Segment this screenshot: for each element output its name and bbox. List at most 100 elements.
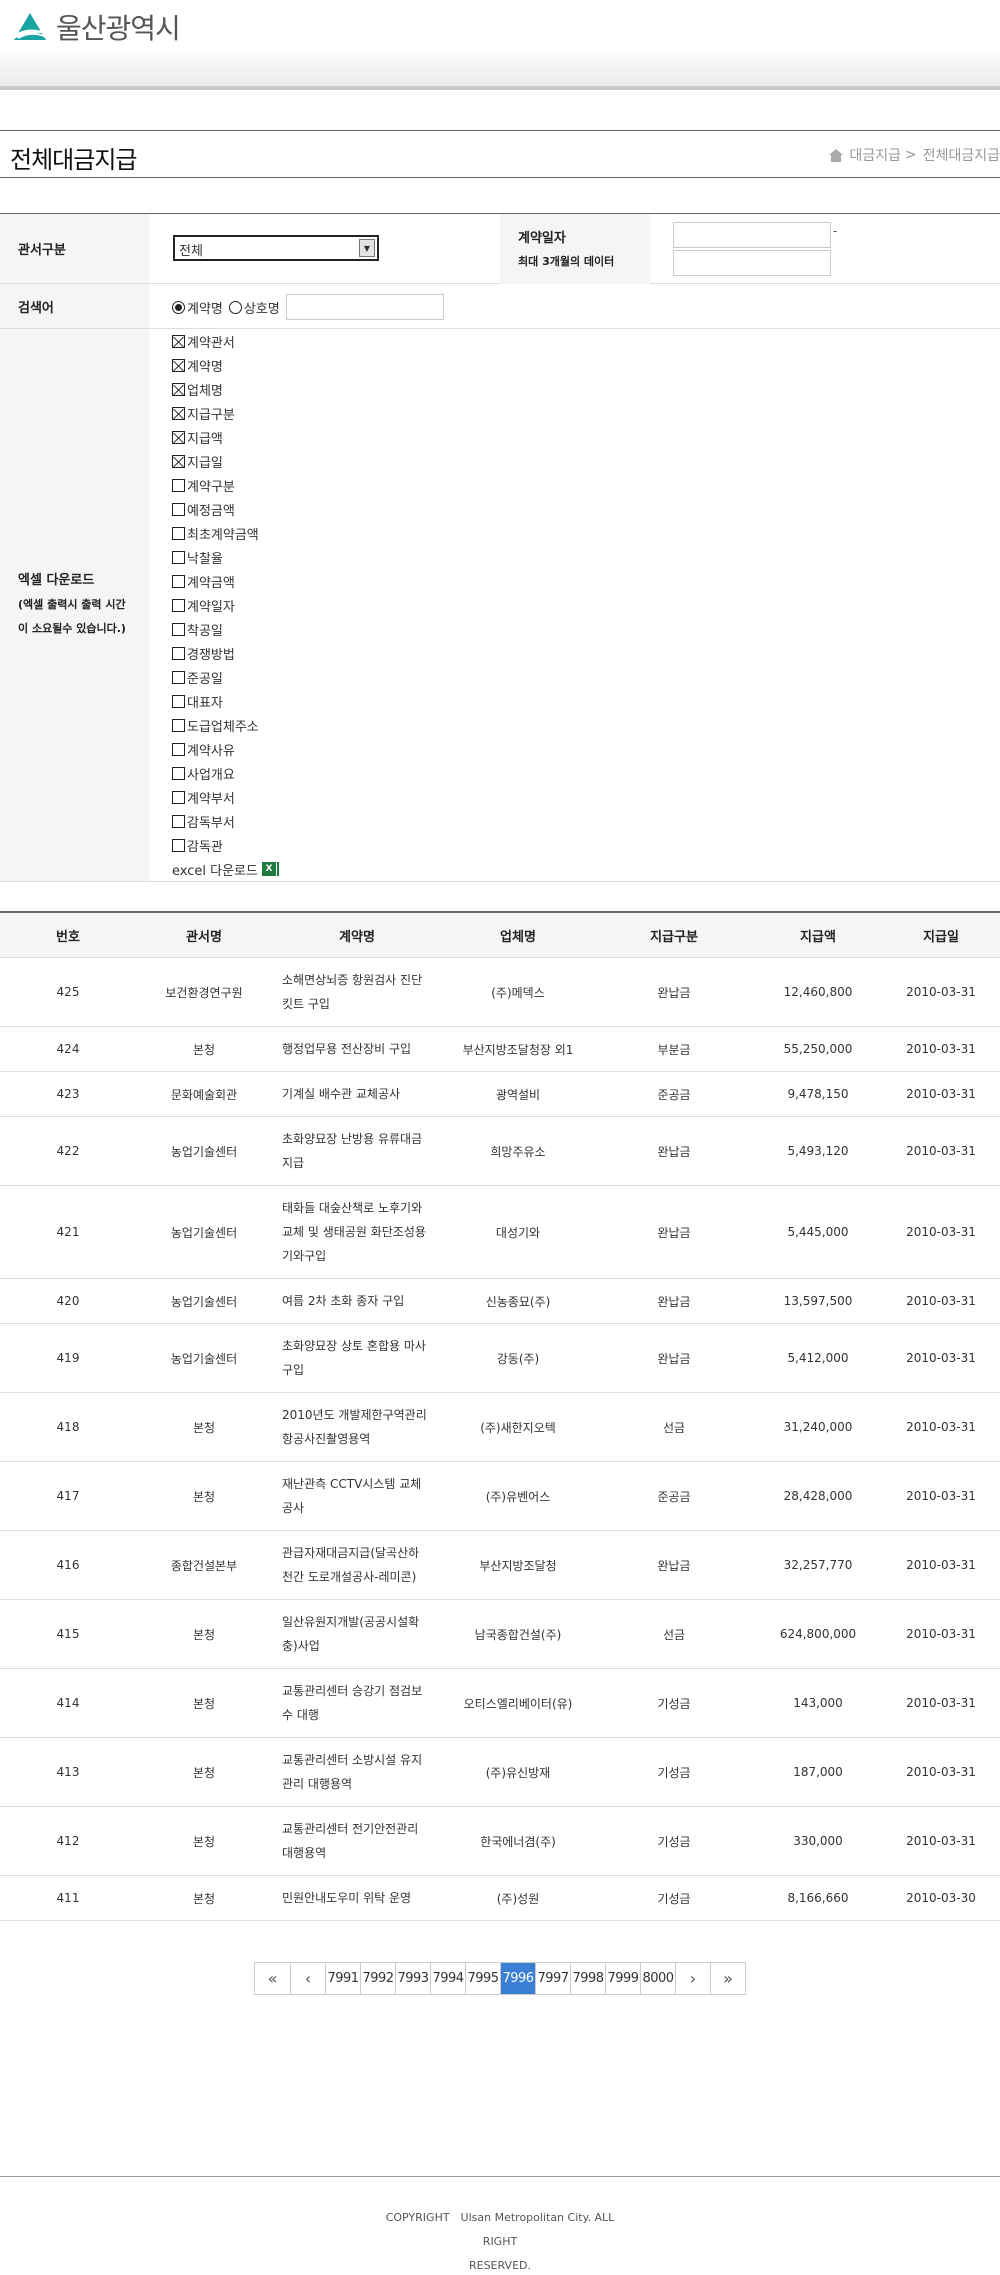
cell-company: 신농종묘(주) [485, 1294, 551, 1309]
table-row[interactable]: 422 농업기술센터 초화양묘장 난방용 유류대금 지급 희망주유소 완납금 5,493,1… [0, 1117, 1000, 1186]
excel-column-checkbox[interactable] [172, 814, 185, 828]
table-row[interactable]: 423 문화예술회관 기계실 배수관 교체공사 광역설비 준공금 9,478,150 201… [0, 1072, 1000, 1117]
excel-column-label: 감독부서 [187, 815, 235, 831]
table-row[interactable]: 415 본청 일산유원지개발(공공시설확 충)사업 남국종합건설(주) 선금 624,800… [0, 1600, 1000, 1669]
cell-contract-name[interactable]: 관급자재대금지급(달곡산하 천간 도로개설공사-레미콘) [272, 1531, 442, 1599]
excel-column-option[interactable]: 지급액 [172, 425, 279, 449]
radio-contract-name[interactable] [172, 300, 185, 314]
excel-column-checkbox[interactable] [172, 694, 185, 708]
breadcrumb-item-parent[interactable]: 대금지급 [849, 145, 901, 165]
cell-contract-name[interactable]: 행정업무용 전산장비 구입 [272, 1027, 442, 1071]
excel-column-checkbox[interactable] [172, 430, 185, 444]
excel-column-checkbox[interactable] [172, 454, 185, 468]
excel-column-option[interactable]: 감독부서 [172, 809, 279, 833]
page-number[interactable]: 7999 [605, 1963, 640, 1994]
excel-column-checkbox[interactable] [172, 646, 185, 660]
table-row[interactable]: 420 농업기술센터 여름 2차 초화 종자 구입 신농종묘(주) 완납금 13,597,… [0, 1279, 1000, 1324]
cell-contract-name[interactable]: 2010년도 개발제한구역관리 항공사진촬영용역 [272, 1393, 442, 1461]
excel-column-option[interactable]: 계약사유 [172, 737, 279, 761]
excel-column-option[interactable]: 대표자 [172, 689, 279, 713]
excel-column-checkbox[interactable] [172, 742, 185, 756]
table-row[interactable]: 425 보건환경연구원 소해면상뇌증 항원검사 진단 킷트 구입 (주)메덱스 완납금 12… [0, 958, 1000, 1027]
cell-contract-name[interactable]: 초화양묘장 난방용 유류대금 지급 [272, 1117, 442, 1185]
page-number[interactable]: 8000 [640, 1963, 675, 1994]
cell-contract-name[interactable]: 초화양묘장 상토 혼합용 마사 구입 [272, 1324, 442, 1392]
excel-column-checkbox[interactable] [172, 622, 185, 636]
excel-column-checkbox[interactable] [172, 358, 185, 372]
excel-column-option[interactable]: 계약명 [172, 353, 279, 377]
excel-column-option[interactable]: 계약금액 [172, 569, 279, 593]
next-page-icon[interactable]: › [675, 1963, 710, 1994]
excel-column-option[interactable]: 계약구분 [172, 473, 279, 497]
radio-company-name[interactable] [228, 300, 242, 314]
excel-column-checkbox[interactable] [172, 382, 185, 396]
excel-column-checkbox[interactable] [172, 598, 185, 612]
excel-column-checkbox[interactable] [172, 574, 185, 588]
excel-column-option[interactable]: 계약관서 [172, 329, 279, 353]
cell-contract-name[interactable]: 소해면상뇌증 항원검사 진단 킷트 구입 [272, 958, 442, 1026]
cell-contract-name[interactable]: 재난관측 CCTV시스템 교체 공사 [272, 1462, 442, 1530]
page-number[interactable]: 7992 [360, 1963, 395, 1994]
excel-column-checkbox[interactable] [172, 766, 185, 780]
site-logo[interactable]: 울산광역시 [10, 10, 181, 45]
excel-column-checkbox[interactable] [172, 526, 185, 540]
excel-column-option[interactable]: 지급구분 [172, 401, 279, 425]
excel-column-option[interactable]: 낙찰율 [172, 545, 279, 569]
page-number[interactable]: 7998 [570, 1963, 605, 1994]
excel-column-checkbox[interactable] [172, 406, 185, 420]
excel-column-option[interactable]: 경쟁방법 [172, 641, 279, 665]
cell-contract-name[interactable]: 교통관리센터 전기안전관리 대행용역 [272, 1807, 442, 1875]
office-select[interactable]: 전체 ▼ [173, 235, 379, 261]
page-number[interactable]: 7996 [500, 1963, 535, 1994]
table-row[interactable]: 418 본청 2010년도 개발제한구역관리 항공사진촬영용역 (주)새한지오텍 선금 31… [0, 1393, 1000, 1462]
excel-column-option[interactable]: 착공일 [172, 617, 279, 641]
excel-column-option[interactable]: 사업개요 [172, 761, 279, 785]
excel-column-option[interactable]: 예정금액 [172, 497, 279, 521]
excel-column-option[interactable]: 준공일 [172, 665, 279, 689]
home-icon[interactable] [829, 148, 844, 162]
excel-column-checkbox[interactable] [172, 670, 185, 684]
cell-contract-name[interactable]: 여름 2차 초화 종자 구입 [272, 1279, 442, 1323]
date-end-input[interactable] [673, 250, 831, 276]
cell-contract-name[interactable]: 교통관리센터 소방시설 유지 관리 대행용역 [272, 1738, 442, 1806]
cell-contract-name[interactable]: 기계실 배수관 교체공사 [272, 1072, 442, 1116]
page-number[interactable]: 7997 [535, 1963, 570, 1994]
table-row[interactable]: 416 종합건설본부 관급자재대금지급(달곡산하 천간 도로개설공사-레미콘) 부산지방… [0, 1531, 1000, 1600]
excel-column-option[interactable]: 지급일 [172, 449, 279, 473]
excel-column-option[interactable]: 감독관 [172, 833, 279, 857]
excel-column-checkbox[interactable] [172, 790, 185, 804]
page-number[interactable]: 7993 [395, 1963, 430, 1994]
cell-contract-name[interactable]: 민원안내도우미 위탁 운영 [272, 1876, 442, 1920]
page-number[interactable]: 7991 [325, 1963, 360, 1994]
table-row[interactable]: 417 본청 재난관측 CCTV시스템 교체 공사 (주)유벤어스 준공금 28,428,0… [0, 1462, 1000, 1531]
cell-contract-name[interactable]: 태화들 대숲산책로 노후기와 교체 및 생태공원 화단조성용 기와구입 [272, 1186, 442, 1278]
date-start-input[interactable] [673, 222, 831, 248]
last-page-icon[interactable]: » [710, 1963, 745, 1994]
cell-contract-name[interactable]: 일산유원지개발(공공시설확 충)사업 [272, 1600, 442, 1668]
excel-column-checkbox[interactable] [172, 838, 185, 852]
table-row[interactable]: 421 농업기술센터 태화들 대숲산책로 노후기와 교체 및 생태공원 화단조성용 기와… [0, 1186, 1000, 1279]
first-page-icon[interactable]: « [255, 1963, 290, 1994]
excel-column-checkbox[interactable] [172, 334, 185, 348]
excel-column-option[interactable]: 계약부서 [172, 785, 279, 809]
excel-column-option[interactable]: 계약일자 [172, 593, 279, 617]
excel-column-option[interactable]: 최초계약금액 [172, 521, 279, 545]
excel-column-checkbox[interactable] [172, 502, 185, 516]
table-row[interactable]: 411 본청 민원안내도우미 위탁 운영 (주)성원 기성금 8,166,660 2010-… [0, 1876, 1000, 1921]
page-number[interactable]: 7995 [465, 1963, 500, 1994]
excel-column-checkbox[interactable] [172, 550, 185, 564]
excel-column-option[interactable]: 도급업체주소 [172, 713, 279, 737]
prev-page-icon[interactable]: ‹ [290, 1963, 325, 1994]
excel-download-link[interactable]: excel 다운로드 X [172, 857, 279, 881]
table-row[interactable]: 424 본청 행정업무용 전산장비 구입 부산지방조달청장 외1 부분금 55,250,0… [0, 1027, 1000, 1072]
table-row[interactable]: 414 본청 교통관리센터 승강기 점검보 수 대행 오티스엘리베이터(유) 기성금 143… [0, 1669, 1000, 1738]
page-number[interactable]: 7994 [430, 1963, 465, 1994]
cell-contract-name[interactable]: 교통관리센터 승강기 점검보 수 대행 [272, 1669, 442, 1737]
excel-column-checkbox[interactable] [172, 718, 185, 732]
excel-column-option[interactable]: 업체명 [172, 377, 279, 401]
table-row[interactable]: 412 본청 교통관리센터 전기안전관리 대행용역 한국에너겸(주) 기성금 330,000… [0, 1807, 1000, 1876]
table-row[interactable]: 419 농업기술센터 초화양묘장 상토 혼합용 마사 구입 강동(주) 완납금 5,412,… [0, 1324, 1000, 1393]
keyword-input[interactable] [285, 294, 444, 320]
excel-column-checkbox[interactable] [172, 478, 185, 492]
table-row[interactable]: 413 본청 교통관리센터 소방시설 유지 관리 대행용역 (주)유신방재 기성금 187,… [0, 1738, 1000, 1807]
